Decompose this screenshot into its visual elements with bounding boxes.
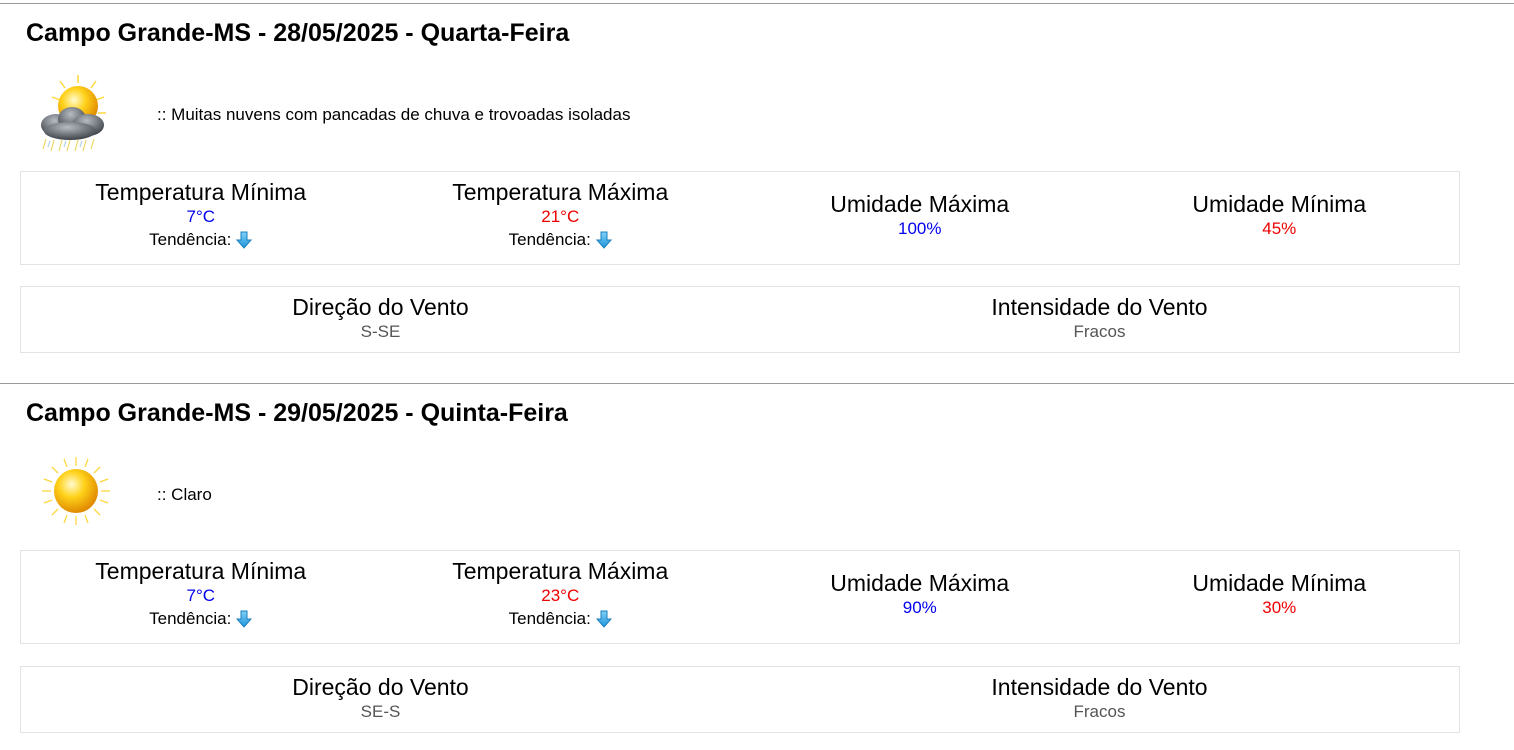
- sun-cloud-storm-icon: [30, 73, 110, 153]
- trend: Tendência:: [509, 607, 612, 631]
- trend: Tendência:: [509, 228, 612, 252]
- day-title: Campo Grande-MS - 28/05/2025 - Quarta-Fe…: [26, 19, 570, 47]
- wind-direction-cell: Direção do Vento SE-S: [21, 667, 740, 732]
- humidity-max-value: 90%: [902, 598, 937, 617]
- humidity-max-label: Umidade Máxima: [830, 570, 1010, 596]
- wind-direction-label: Direção do Vento: [292, 673, 469, 700]
- humidity-min-cell: Umidade Mínima 30%: [1100, 551, 1460, 643]
- humidity-max-cell: Umidade Máxima 100%: [740, 172, 1100, 264]
- humidity-min-label: Umidade Mínima: [1192, 191, 1367, 217]
- condition-text: :: Claro: [157, 485, 212, 504]
- humidity-min-value: 45%: [1262, 219, 1297, 238]
- wind-direction-value: SE-S: [360, 701, 401, 721]
- wind-intensity-value: Fracos: [1073, 321, 1126, 341]
- temp-min-label: Temperatura Mínima: [95, 179, 307, 205]
- wind-intensity-label: Intensidade do Vento: [991, 293, 1208, 320]
- temp-max-label: Temperatura Máxima: [452, 179, 669, 205]
- temp-min-label: Temperatura Mínima: [95, 558, 307, 584]
- section-divider: [0, 383, 1514, 384]
- trend-label: Tendência:: [508, 230, 591, 249]
- condition-text: :: Muitas nuvens com pancadas de chuva e…: [157, 105, 631, 124]
- wind-intensity-value: Fracos: [1073, 701, 1126, 721]
- trend: Tendência:: [149, 228, 252, 252]
- temp-min-cell: Temperatura Mínima 7°C Tendência:: [21, 172, 381, 264]
- temperature-humidity-box: Temperatura Mínima 7°C Tendência: Temper…: [20, 171, 1460, 265]
- section-divider: [0, 3, 1514, 4]
- trend: Tendência:: [149, 607, 252, 631]
- temp-min-value: 7°C: [186, 586, 216, 605]
- arrow-down-icon: [596, 610, 612, 628]
- trend-label: Tendência:: [508, 609, 591, 628]
- temp-min-cell: Temperatura Mínima 7°C Tendência:: [21, 551, 381, 643]
- humidity-min-cell: Umidade Mínima 45%: [1100, 172, 1460, 264]
- humidity-max-cell: Umidade Máxima 90%: [740, 551, 1100, 643]
- trend-label: Tendência:: [149, 230, 232, 249]
- wind-direction-label: Direção do Vento: [292, 293, 469, 320]
- humidity-max-label: Umidade Máxima: [830, 191, 1010, 217]
- trend-label: Tendência:: [149, 609, 232, 628]
- wind-direction-value: S-SE: [360, 321, 401, 341]
- temperature-humidity-box: Temperatura Mínima 7°C Tendência: Temper…: [20, 550, 1460, 644]
- wind-intensity-label: Intensidade do Vento: [991, 673, 1208, 700]
- temp-max-cell: Temperatura Máxima 23°C Tendência:: [381, 551, 741, 643]
- arrow-down-icon: [236, 610, 252, 628]
- wind-intensity-cell: Intensidade do Vento Fracos: [740, 287, 1459, 352]
- wind-box: Direção do Vento SE-S Intensidade do Ven…: [20, 666, 1460, 733]
- temp-min-value: 7°C: [186, 207, 216, 226]
- day-title: Campo Grande-MS - 29/05/2025 - Quinta-Fe…: [26, 399, 568, 427]
- wind-intensity-cell: Intensidade do Vento Fracos: [740, 667, 1459, 732]
- sun-icon: [30, 453, 110, 533]
- temp-max-value: 21°C: [541, 207, 580, 226]
- wind-box: Direção do Vento S-SE Intensidade do Ven…: [20, 286, 1460, 353]
- temp-max-value: 23°C: [541, 586, 580, 605]
- humidity-min-value: 30%: [1262, 598, 1297, 617]
- arrow-down-icon: [236, 231, 252, 249]
- temp-max-cell: Temperatura Máxima 21°C Tendência:: [381, 172, 741, 264]
- humidity-min-label: Umidade Mínima: [1192, 570, 1367, 596]
- temp-max-label: Temperatura Máxima: [452, 558, 669, 584]
- humidity-max-value: 100%: [898, 219, 942, 238]
- wind-direction-cell: Direção do Vento S-SE: [21, 287, 740, 352]
- arrow-down-icon: [596, 231, 612, 249]
